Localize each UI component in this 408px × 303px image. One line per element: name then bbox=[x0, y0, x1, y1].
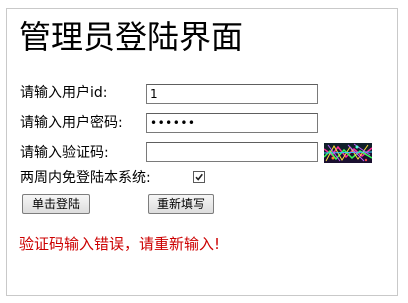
password-label: 请输入用户密码: bbox=[20, 115, 123, 131]
username-input[interactable] bbox=[146, 84, 318, 104]
checkmark-icon bbox=[195, 173, 203, 181]
captcha-input[interactable] bbox=[146, 142, 318, 162]
password-input[interactable] bbox=[146, 113, 318, 133]
remember-checkbox[interactable] bbox=[193, 171, 205, 183]
reset-button[interactable]: 重新填写 bbox=[148, 194, 214, 214]
username-label: 请输入用户id: bbox=[20, 85, 108, 101]
login-button[interactable]: 单击登陆 bbox=[22, 194, 90, 214]
page-title: 管理员登陆界面 bbox=[19, 18, 244, 56]
captcha-image[interactable] bbox=[324, 143, 372, 163]
error-message: 验证码输入错误，请重新输入! bbox=[19, 235, 221, 253]
remember-label: 两周内免登陆本系统: bbox=[20, 170, 151, 186]
captcha-label: 请输入验证码: bbox=[20, 145, 109, 161]
